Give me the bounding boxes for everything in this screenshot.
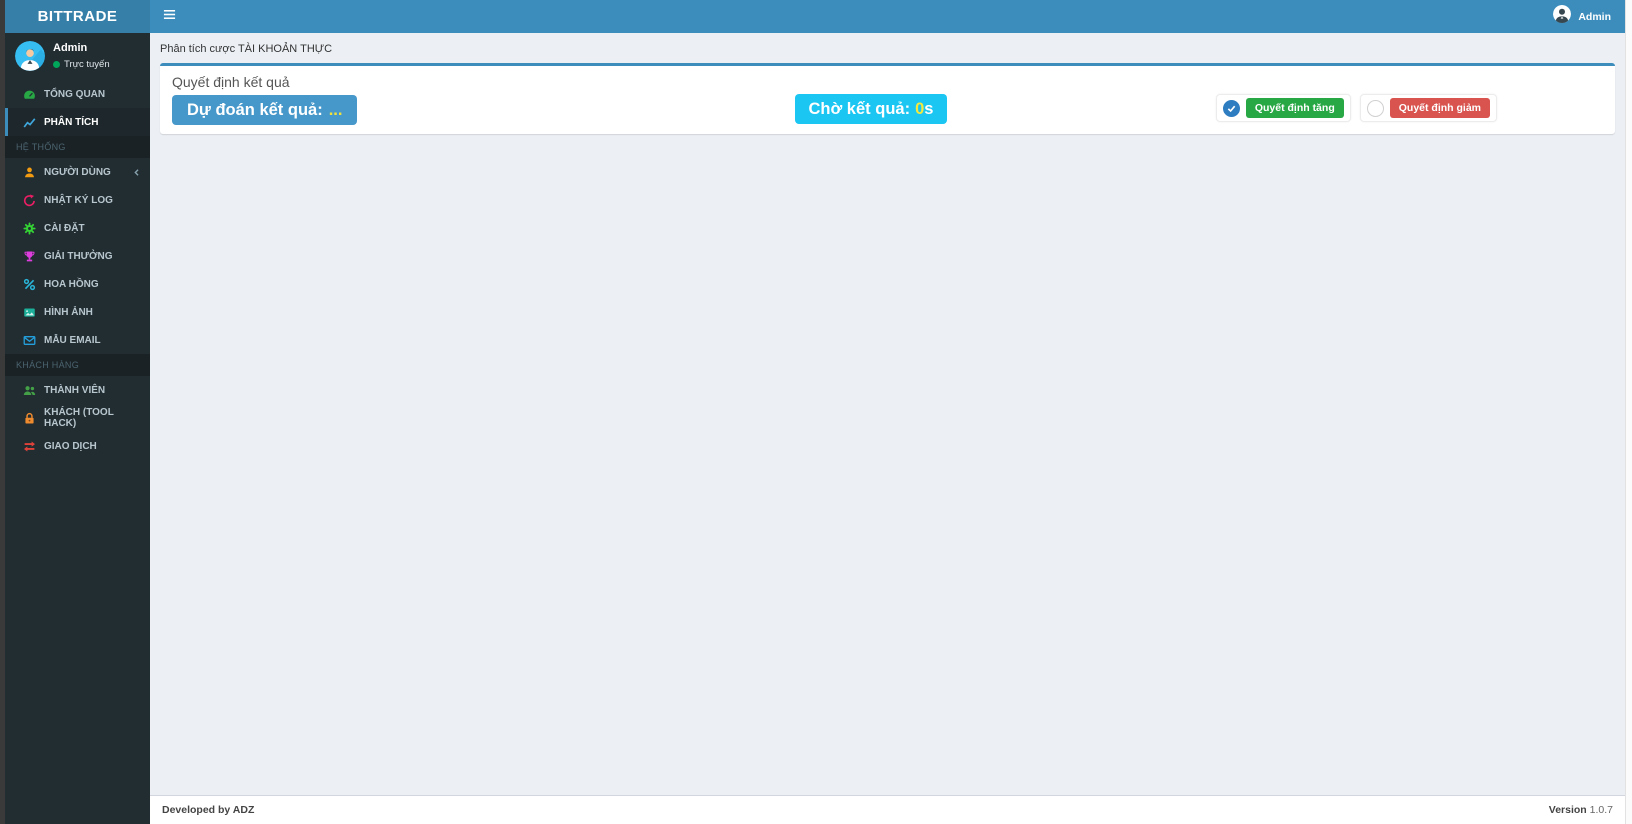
wait-seconds-unit: s: [924, 99, 934, 118]
user-avatar: [15, 41, 45, 71]
predict-value: ...: [328, 100, 343, 119]
sidebar-item-tong-quan[interactable]: TỔNG QUAN: [5, 80, 150, 108]
user-icon: [21, 166, 38, 179]
hamburger-icon: [163, 8, 176, 26]
sidebar-section-khach-hang: KHÁCH HÀNG: [5, 354, 150, 376]
app-window: BITTRADE Admin Trực tuyến TỔNG QUAN PHÂN…: [5, 0, 1625, 824]
dashboard-icon: [21, 88, 38, 101]
footer-version-value: 1.0.7: [1589, 804, 1613, 816]
user-status: Trực tuyến: [53, 59, 110, 70]
decision-up-button[interactable]: Quyết định tăng: [1245, 98, 1344, 118]
sidebar-item-label: PHÂN TÍCH: [44, 116, 99, 128]
sidebar-item-label: TỔNG QUAN: [44, 88, 106, 100]
sidebar: BITTRADE Admin Trực tuyến TỔNG QUAN PHÂN…: [5, 0, 150, 824]
footer: Developed by ADZ Version 1.0.7: [150, 795, 1625, 824]
sidebar-item-label: THÀNH VIÊN: [44, 384, 106, 396]
sidebar-item-label: CÀI ĐẶT: [44, 222, 85, 234]
envelope-icon: [21, 334, 38, 347]
menu-toggle-button[interactable]: [150, 0, 189, 33]
sidebar-user-panel: Admin Trực tuyến: [5, 33, 150, 80]
sidebar-item-giai-thuong[interactable]: GIẢI THƯỞNG: [5, 242, 150, 270]
user-name: Admin: [53, 42, 88, 55]
sidebar-item-label: NHẬT KÝ LOG: [44, 194, 113, 206]
exchange-icon: [21, 440, 38, 453]
image-icon: [21, 306, 38, 319]
footer-developed-by: Developed by ADZ: [162, 804, 255, 816]
decision-toggles: Quyết định tăng Quyết định giảm: [1215, 94, 1497, 122]
page-title: Phân tích cược TÀI KHOẢN THỰC: [160, 43, 333, 55]
gear-icon: [21, 221, 38, 235]
sidebar-item-khach-tool-hack[interactable]: KHÁCH (TOOL HACK): [5, 404, 150, 432]
decision-up-radio[interactable]: [1222, 99, 1240, 117]
sidebar-item-thanh-vien[interactable]: THÀNH VIÊN: [5, 376, 150, 404]
sidebar-item-nguoi-dung[interactable]: NGƯỜI DÙNG: [5, 158, 150, 186]
sidebar-item-mau-email[interactable]: MẪU EMAIL: [5, 326, 150, 354]
sidebar-item-label: MẪU EMAIL: [44, 334, 101, 346]
footer-version-label: Version: [1548, 804, 1587, 816]
sidebar-item-label: NGƯỜI DÙNG: [44, 166, 111, 178]
sidebar-item-label: GIẢI THƯỞNG: [44, 250, 113, 262]
users-icon: [21, 384, 38, 397]
box-title: Quyết định kết quả: [172, 74, 290, 90]
sidebar-item-giao-dich[interactable]: GIAO DỊCH: [5, 432, 150, 460]
sidebar-item-label: GIAO DỊCH: [44, 440, 97, 452]
chart-line-icon: [21, 116, 38, 129]
decision-up-option: Quyết định tăng: [1215, 94, 1351, 122]
sidebar-menu: TỔNG QUAN PHÂN TÍCH HỆ THỐNG NGƯỜI DÙNG: [5, 80, 150, 460]
wait-label: Chờ kết quả:: [808, 99, 911, 118]
sidebar-item-label: HOA HỒNG: [44, 278, 99, 290]
wait-seconds-value: 0: [915, 99, 925, 118]
history-icon: [21, 193, 38, 207]
decision-down-button[interactable]: Quyết định giảm: [1389, 98, 1490, 118]
percent-icon: [21, 278, 38, 291]
screen: BITTRADE Admin Trực tuyến TỔNG QUAN PHÂN…: [0, 0, 1632, 824]
decision-down-option: Quyết định giảm: [1359, 94, 1497, 122]
wait-result-badge: Chờ kết quả: 0s: [794, 94, 948, 124]
user-info: Admin Trực tuyến: [53, 42, 110, 70]
content-area: Phân tích cược TÀI KHOẢN THỰC Quyết định…: [150, 33, 1625, 795]
box-body: Dự đoán kết quả: ... Chờ kết quả: 0s Quy…: [160, 90, 1615, 130]
sidebar-item-hoa-hong[interactable]: HOA HỒNG: [5, 270, 150, 298]
chevron-left-icon: [131, 167, 142, 178]
sidebar-item-cai-dat[interactable]: CÀI ĐẶT: [5, 214, 150, 242]
predict-result-button[interactable]: Dự đoán kết quả: ...: [172, 95, 358, 125]
right-scrollbar-strip[interactable]: [1625, 0, 1632, 824]
online-dot-icon: [53, 60, 60, 68]
sidebar-item-hinh-anh[interactable]: HÌNH ẢNH: [5, 298, 150, 326]
navbar-user-label: Admin: [1578, 10, 1611, 23]
user-status-label: Trực tuyến: [64, 58, 110, 70]
lock-icon: [21, 412, 38, 425]
decision-down-radio[interactable]: [1366, 99, 1384, 117]
sidebar-item-label: HÌNH ẢNH: [44, 306, 93, 318]
footer-version: Version 1.0.7: [1549, 804, 1613, 816]
decision-box: Quyết định kết quả Dự đoán kết quả: ... …: [160, 63, 1615, 134]
sidebar-item-phan-tich[interactable]: PHÂN TÍCH: [5, 108, 150, 136]
brand-logo[interactable]: BITTRADE: [5, 0, 150, 33]
top-navbar: Admin: [150, 0, 1625, 33]
trophy-icon: [21, 250, 38, 263]
sidebar-item-nhat-ky-log[interactable]: NHẬT KÝ LOG: [5, 186, 150, 214]
sidebar-section-he-thong: HỆ THỐNG: [5, 136, 150, 158]
sidebar-item-label: KHÁCH (TOOL HACK): [44, 407, 114, 429]
navbar-user-avatar: [1553, 5, 1572, 28]
navbar-user-menu[interactable]: Admin: [1539, 0, 1625, 33]
predict-label: Dự đoán kết quả:: [187, 100, 323, 119]
